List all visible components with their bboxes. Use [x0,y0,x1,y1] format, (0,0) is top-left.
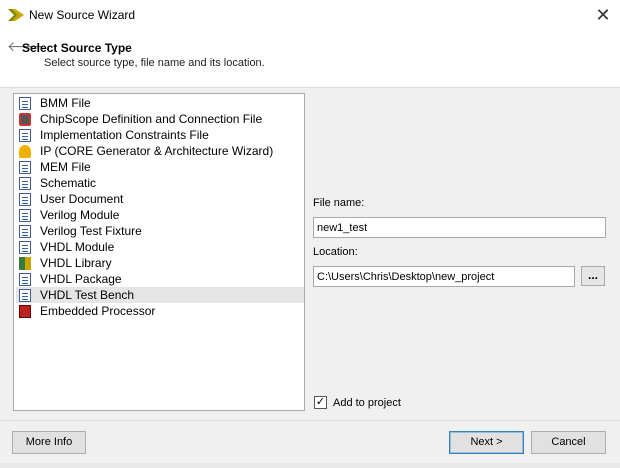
bmm-file-icon [19,96,31,110]
source-type-item[interactable]: IP (CORE Generator & Architecture Wizard… [16,143,304,159]
source-type-item[interactable]: VHDL Module [16,239,304,255]
page-title: Select Source Type [22,41,132,55]
footer-divider [0,420,620,421]
app-logo-icon [8,9,24,21]
source-type-label: User Document [40,192,124,206]
file-name-field[interactable]: new1_test [313,217,606,238]
source-type-label: VHDL Module [40,240,115,254]
source-type-label: Implementation Constraints File [40,128,209,142]
source-type-item[interactable]: MEM File [16,159,304,175]
source-type-item[interactable]: Schematic [16,175,304,191]
next-button[interactable]: Next > [449,431,524,454]
wizard-header: 🡐 Select Source Type Select source type,… [0,31,620,88]
source-type-item[interactable]: BMM File [16,95,304,111]
source-type-item[interactable]: VHDL Test Bench [16,287,304,303]
more-info-button[interactable]: More Info [12,431,86,454]
verilog-module-icon [19,208,31,222]
location-label: Location: [313,246,358,258]
add-to-project-checkbox[interactable]: ✓ [314,396,327,409]
source-type-label: Embedded Processor [40,304,156,318]
source-type-item[interactable]: ChipScope Definition and Connection File [16,111,304,127]
mem-file-icon [19,160,31,174]
source-type-item[interactable]: Embedded Processor [16,303,304,319]
location-field[interactable]: C:\Users\Chris\Desktop\new_project [313,266,575,287]
page-subtitle: Select source type, file name and its lo… [44,57,265,69]
close-icon[interactable]: ✕ [590,4,616,26]
browse-button[interactable]: ... [581,266,605,286]
file-name-label: File name: [313,197,365,209]
vhdl-test-bench-icon [19,288,31,302]
bottom-edge [0,463,620,468]
source-type-list[interactable]: BMM File ChipScope Definition and Connect… [13,93,305,411]
schematic-icon [19,176,31,190]
source-type-item[interactable]: Verilog Module [16,207,304,223]
source-type-item[interactable]: Verilog Test Fixture [16,223,304,239]
source-type-label: VHDL Package [40,272,122,286]
embedded-processor-icon [19,304,31,318]
vhdl-module-icon [19,240,31,254]
source-type-label: VHDL Test Bench [40,288,135,302]
window-title: New Source Wizard [29,8,136,22]
cancel-button[interactable]: Cancel [531,431,606,454]
source-type-label: VHDL Library [40,256,112,270]
source-type-item[interactable]: VHDL Library [16,255,304,271]
vhdl-library-icon [19,256,31,270]
source-type-label: IP (CORE Generator & Architecture Wizard… [40,144,274,158]
source-type-item[interactable]: VHDL Package [16,271,304,287]
source-type-label: Verilog Module [40,208,120,222]
source-type-label: ChipScope Definition and Connection File [40,112,263,126]
source-type-label: Verilog Test Fixture [40,224,142,238]
ip-core-icon [19,144,31,158]
title-bar: New Source Wizard ✕ [0,0,620,31]
vhdl-package-icon [19,272,31,286]
verilog-test-fixture-icon [19,224,31,238]
user-document-icon [19,192,31,206]
source-type-label: BMM File [40,96,91,110]
source-type-item[interactable]: User Document [16,191,304,207]
source-type-label: MEM File [40,160,91,174]
add-to-project-label: Add to project [333,397,401,409]
source-type-label: Schematic [40,176,97,190]
chipscope-icon [19,112,31,126]
source-type-item[interactable]: Implementation Constraints File [16,127,304,143]
constraints-file-icon [19,128,31,142]
